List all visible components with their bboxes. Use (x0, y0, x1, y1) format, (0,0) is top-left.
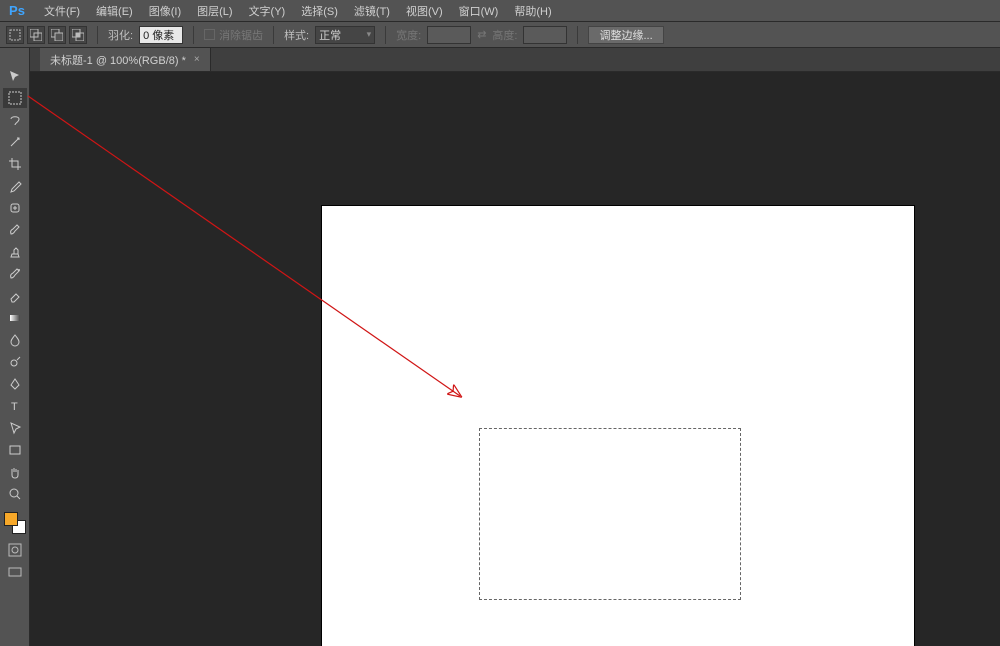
quickmask-icon[interactable] (3, 540, 27, 560)
options-bar: 羽化: 消除锯齿 样式: 正常 ▾ 宽度: ⇄ 高度: 调整边缘... (0, 22, 1000, 48)
screenmode-icon[interactable] (3, 562, 27, 582)
separator (273, 26, 274, 44)
mode-add-icon[interactable] (27, 26, 45, 44)
type-tool[interactable]: T (3, 396, 27, 416)
height-input (523, 26, 567, 44)
mode-new-icon[interactable] (6, 26, 24, 44)
height-label: 高度: (492, 27, 517, 43)
menu-window[interactable]: 窗口(W) (451, 0, 507, 22)
menu-type[interactable]: 文字(Y) (241, 0, 294, 22)
antialias-check: 消除锯齿 (204, 27, 263, 43)
svg-text:T: T (11, 401, 18, 413)
document-canvas[interactable] (322, 206, 914, 646)
pen-tool[interactable] (3, 374, 27, 394)
style-select[interactable]: 正常 ▾ (315, 26, 375, 44)
width-input (427, 26, 471, 44)
document-tab[interactable]: 未标题-1 @ 100%(RGB/8) * × (40, 48, 211, 71)
tab-title: 未标题-1 @ 100%(RGB/8) * (50, 52, 186, 68)
close-icon[interactable]: × (194, 54, 200, 65)
separator (193, 26, 194, 44)
chevron-down-icon: ▾ (367, 29, 372, 40)
feather-label: 羽化: (108, 27, 133, 43)
refine-edge-button[interactable]: 调整边缘... (588, 26, 663, 44)
mode-intersect-icon[interactable] (69, 26, 87, 44)
eraser-tool[interactable] (3, 286, 27, 306)
menu-edit[interactable]: 编辑(E) (88, 0, 141, 22)
ps-logo: Ps (6, 2, 28, 20)
canvas-area[interactable] (30, 72, 1000, 646)
gradient-tool[interactable] (3, 308, 27, 328)
brush-tool[interactable] (3, 220, 27, 240)
menu-view[interactable]: 视图(V) (398, 0, 451, 22)
menubar: Ps 文件(F) 编辑(E) 图像(I) 图层(L) 文字(Y) 选择(S) 滤… (0, 0, 1000, 22)
clone-stamp-tool[interactable] (3, 242, 27, 262)
eyedropper-tool[interactable] (3, 176, 27, 196)
mode-subtract-icon[interactable] (48, 26, 66, 44)
menu-file[interactable]: 文件(F) (36, 0, 88, 22)
separator (97, 26, 98, 44)
menu-select[interactable]: 选择(S) (293, 0, 346, 22)
menu-filter[interactable]: 滤镜(T) (346, 0, 398, 22)
color-swatches[interactable] (4, 512, 26, 534)
marquee-selection (479, 428, 741, 600)
antialias-label: 消除锯齿 (219, 27, 263, 43)
move-tool[interactable] (3, 66, 27, 86)
width-label: 宽度: (396, 27, 421, 43)
document-tabs: 未标题-1 @ 100%(RGB/8) * × (0, 48, 1000, 72)
magic-wand-tool[interactable] (3, 132, 27, 152)
checkbox-icon (204, 29, 215, 40)
foreground-swatch[interactable] (4, 512, 18, 526)
hand-tool[interactable] (3, 462, 27, 482)
menu-image[interactable]: 图像(I) (141, 0, 189, 22)
dodge-tool[interactable] (3, 352, 27, 372)
separator (385, 26, 386, 44)
lasso-tool[interactable] (3, 110, 27, 130)
swap-icon: ⇄ (477, 28, 486, 41)
separator (577, 26, 578, 44)
style-value: 正常 (319, 27, 341, 43)
zoom-tool[interactable] (3, 484, 27, 504)
style-label: 样式: (284, 27, 309, 43)
menu-help[interactable]: 帮助(H) (506, 0, 559, 22)
feather-input[interactable] (139, 26, 183, 44)
rectangle-tool[interactable] (3, 440, 27, 460)
blur-tool[interactable] (3, 330, 27, 350)
tool-palette: T (0, 48, 30, 646)
path-selection-tool[interactable] (3, 418, 27, 438)
selection-mode-group (6, 26, 87, 44)
marquee-tool[interactable] (3, 88, 27, 108)
healing-brush-tool[interactable] (3, 198, 27, 218)
crop-tool[interactable] (3, 154, 27, 174)
menu-layer[interactable]: 图层(L) (189, 0, 240, 22)
history-brush-tool[interactable] (3, 264, 27, 284)
